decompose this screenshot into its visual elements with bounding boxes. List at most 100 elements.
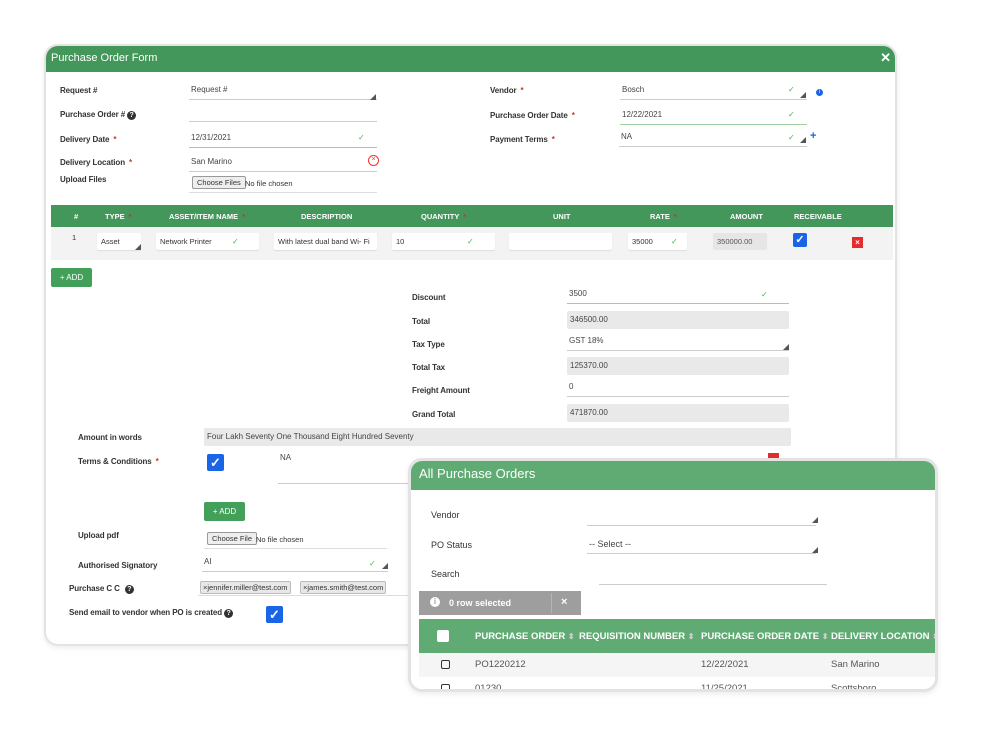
po-status-select[interactable]: -- Select -- [587, 538, 816, 554]
dropdown-handle-icon [812, 547, 818, 553]
choose-files-button[interactable]: Choose Files [192, 176, 246, 189]
payment-terms-label: Payment Terms* [490, 135, 555, 144]
dropdown-handle-icon [783, 344, 789, 350]
no-file-text: No file chosen [256, 535, 304, 544]
delivery-location-label: Delivery Location* [60, 158, 132, 167]
po-number[interactable]: 01230 [475, 683, 501, 692]
terms-label: Terms & Conditions* [78, 457, 159, 466]
col-description: DESCRIPTION [301, 212, 352, 221]
check-icon: ✓ [467, 237, 474, 246]
table-row[interactable]: PO1220212 12/22/2021 San Marino [419, 653, 938, 677]
clear-icon[interactable]: × [368, 155, 379, 166]
unit-input[interactable] [509, 233, 612, 250]
select-all-checkbox[interactable] [437, 630, 449, 642]
request-select[interactable]: Request # [189, 84, 377, 100]
info-icon[interactable]: i [816, 89, 823, 96]
check-icon: ✓ [671, 237, 678, 246]
add-item-button[interactable]: + ADD [51, 268, 92, 287]
search-input[interactable] [599, 569, 827, 585]
cc-tag[interactable]: ×james.smith@test.com [300, 581, 386, 594]
col-unit: UNIT [553, 212, 571, 221]
close-icon[interactable]: ✕ [880, 50, 891, 66]
discount-input[interactable]: 3500 [567, 288, 789, 304]
payment-terms-select[interactable]: NA [619, 131, 807, 147]
check-icon: ✓ [788, 85, 795, 94]
receivable-checkbox[interactable]: ✓ [793, 233, 807, 247]
list-header: All Purchase Orders [411, 461, 935, 490]
po-date-label: Purchase Order Date* [490, 111, 575, 120]
upload-files-label: Upload Files [60, 175, 106, 184]
row-checkbox[interactable] [441, 660, 450, 669]
form-title: Purchase Order Form [51, 52, 157, 64]
rate-input[interactable]: 35000 [628, 233, 687, 250]
grand-total-field: 471870.00 [567, 404, 789, 422]
check-icon: ✓ [761, 290, 768, 299]
po-date: 11/25/2021 [701, 683, 748, 692]
vendor-select[interactable]: Bosch [620, 84, 807, 100]
amount-field: 350000.00 [713, 233, 767, 250]
asset-name-input[interactable]: Network Printer [156, 233, 259, 250]
vendor-filter-label: Vendor [431, 510, 460, 520]
row-checkbox[interactable] [441, 684, 450, 692]
col-purchase-order[interactable]: PURCHASE ORDER ⬍ [475, 631, 575, 642]
freight-label: Freight Amount [412, 386, 470, 395]
col-number: # [74, 212, 78, 221]
choose-file-button[interactable]: Choose File [207, 532, 257, 545]
send-email-checkbox[interactable]: ✓ [266, 606, 283, 623]
quantity-input[interactable]: 10 [392, 233, 495, 250]
delivery-location-input[interactable]: San Marino [189, 156, 377, 172]
discount-label: Discount [412, 293, 445, 302]
divider [198, 595, 408, 596]
po-date-input[interactable]: 12/22/2021 [620, 109, 807, 125]
po-number-input[interactable] [189, 106, 377, 122]
dropdown-handle-icon [370, 94, 376, 100]
col-requisition-number[interactable]: REQUISITION NUMBER ⬍ [579, 631, 694, 642]
grand-total-label: Grand Total [412, 410, 455, 419]
dropdown-handle-icon [800, 137, 806, 143]
add-terms-button[interactable]: + ADD [204, 502, 245, 521]
help-icon: ? [127, 111, 136, 120]
col-amount: AMOUNT [730, 212, 763, 221]
dropdown-handle-icon [812, 517, 818, 523]
table-row[interactable]: 01230 11/25/2021 Scottsboro [419, 677, 938, 692]
terms-checkbox[interactable]: ✓ [207, 454, 224, 471]
po-status-label: PO Status [431, 540, 472, 550]
col-receivable: RECEIVABLE [794, 212, 842, 221]
col-po-date[interactable]: PURCHASE ORDER DATE ⬍ [701, 631, 828, 642]
no-file-text: No file chosen [245, 179, 293, 188]
form-header: Purchase Order Form ✕ [46, 46, 895, 72]
col-asset-name: ASSET/ITEM NAME* [169, 212, 245, 221]
description-input[interactable]: With latest dual band Wi- Fi [274, 233, 377, 250]
clear-selection-icon[interactable]: × [561, 596, 567, 608]
col-quantity: QUANTITY* [421, 212, 466, 221]
upload-pdf-label: Upload pdf [78, 531, 119, 540]
sort-icon: ⬍ [822, 632, 829, 641]
delivery-date-input[interactable]: 12/31/2021 [189, 132, 377, 148]
po-number[interactable]: PO1220212 [475, 659, 526, 670]
sort-icon: ⬍ [932, 632, 938, 641]
help-icon: ? [224, 609, 233, 618]
col-delivery-location[interactable]: DELIVERY LOCATION ⬍ [831, 631, 938, 642]
total-field: 346500.00 [567, 311, 789, 329]
check-icon: ✓ [788, 110, 795, 119]
delete-row-icon[interactable]: × [852, 237, 863, 248]
vendor-filter-select[interactable] [587, 510, 816, 526]
signatory-select[interactable]: AI [202, 556, 388, 572]
sort-icon: ⬍ [688, 632, 695, 641]
signatory-label: Authorised Signatory [78, 561, 157, 570]
vendor-label: Vendor* [490, 86, 524, 95]
send-email-label: Send email to vendor when PO is created? [69, 608, 233, 618]
divider [204, 548, 387, 549]
help-icon: ? [125, 585, 134, 594]
divider [189, 192, 377, 193]
delivery-date-label: Delivery Date* [60, 135, 116, 144]
row-number: 1 [72, 233, 76, 242]
add-payment-terms-icon[interactable]: + [810, 130, 816, 142]
search-label: Search [431, 569, 460, 579]
freight-input[interactable]: 0 [567, 381, 789, 397]
tax-type-select[interactable]: GST 18% [567, 335, 789, 351]
cc-tag[interactable]: ×jennifer.miller@test.com [200, 581, 291, 594]
dropdown-handle-icon [800, 92, 806, 98]
po-date: 12/22/2021 [701, 659, 749, 670]
cc-label: Purchase C C? [69, 584, 134, 594]
